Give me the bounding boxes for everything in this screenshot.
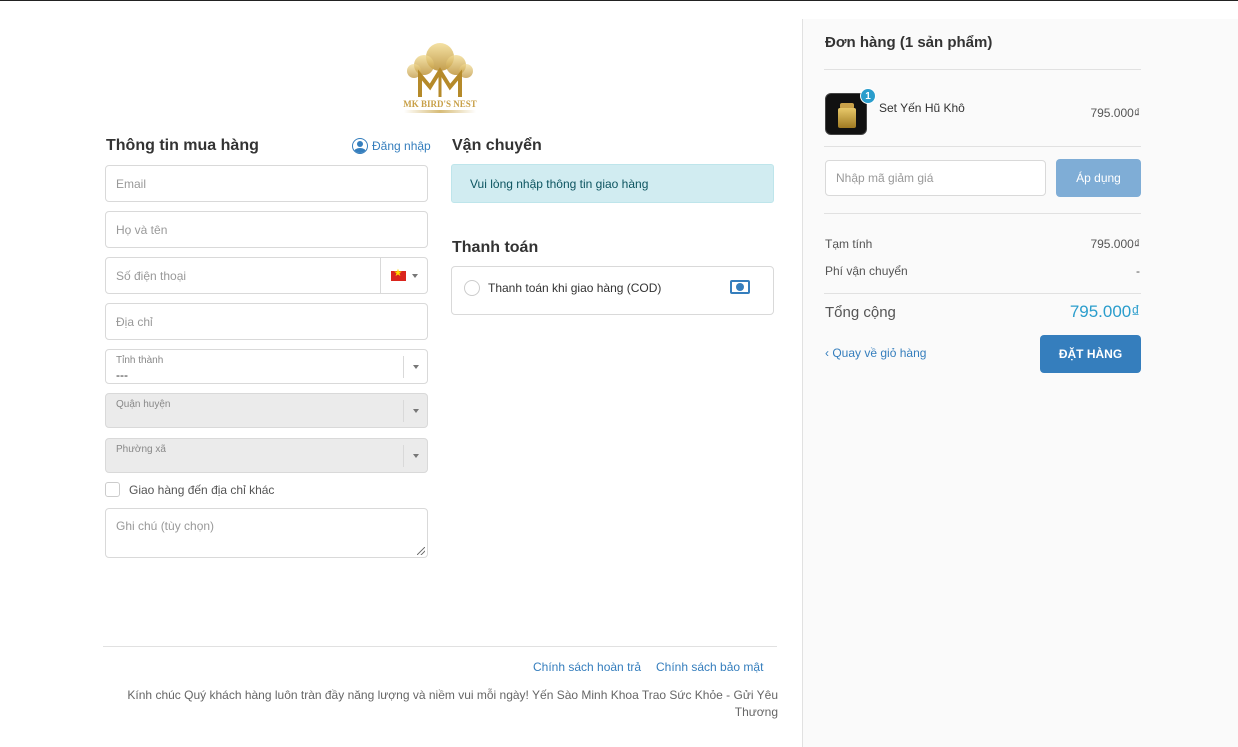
total-value: 795.000₫: [1069, 302, 1140, 321]
note-textarea[interactable]: Ghi chú (tùy chọn): [105, 508, 428, 558]
cod-label: Thanh toán khi giao hàng (COD): [488, 281, 662, 295]
other-address-label: Giao hàng đến địa chỉ khác: [129, 482, 275, 497]
province-value: ---: [116, 368, 128, 382]
district-select[interactable]: Quận huyện: [105, 393, 428, 428]
tree-logo-icon: [407, 43, 473, 97]
discount-input[interactable]: [836, 171, 1035, 185]
province-dropdown-arrow[interactable]: [403, 356, 427, 378]
chevron-down-icon: [412, 365, 419, 369]
province-label: Tỉnh thành: [116, 355, 164, 366]
checkout-main: MK BIRD'S NEST Thông tin mua hàng Đăng n…: [0, 1, 802, 747]
cod-radio[interactable]: [464, 280, 480, 296]
cash-icon: [730, 280, 750, 294]
logo-text: MK BIRD'S NEST: [403, 99, 477, 109]
refund-policy-link[interactable]: Chính sách hoàn trả: [533, 660, 641, 674]
subtotal-value: 795.000₫: [1090, 237, 1140, 251]
login-link[interactable]: Đăng nhập: [352, 138, 431, 154]
order-title: Đơn hàng (1 sản phẩm): [825, 34, 993, 51]
login-label: Đăng nhập: [372, 139, 431, 153]
resize-handle[interactable]: [417, 547, 425, 555]
name-field[interactable]: [105, 211, 428, 248]
subtotal-label: Tạm tính: [825, 237, 873, 251]
ward-label: Phường xã: [116, 444, 166, 455]
discount-field[interactable]: [825, 160, 1046, 196]
chevron-left-icon: ‹: [825, 346, 829, 360]
chevron-down-icon: [411, 273, 418, 278]
divider: [824, 213, 1141, 214]
user-circle-icon: [352, 138, 368, 154]
product-price: 795.000₫: [1090, 106, 1140, 120]
apply-discount-button[interactable]: Áp dụng: [1056, 159, 1141, 197]
total-label: Tổng cộng: [825, 304, 896, 321]
store-logo[interactable]: MK BIRD'S NEST: [398, 41, 482, 117]
logo-underline: [404, 110, 476, 113]
note-placeholder: Ghi chú (tùy chọn): [116, 519, 215, 533]
shipping-info-alert: Vui lòng nhập thông tin giao hàng: [451, 164, 774, 203]
address-field[interactable]: [105, 303, 428, 340]
phone-field[interactable]: [105, 257, 428, 294]
ward-select[interactable]: Phường xã: [105, 438, 428, 473]
other-address-checkbox[interactable]: [105, 482, 120, 497]
address-input[interactable]: [116, 314, 417, 329]
vietnam-flag-icon: [390, 268, 406, 281]
shipping-fee-value: -: [1136, 264, 1140, 278]
phone-input[interactable]: [116, 268, 417, 283]
footer-divider: [103, 646, 777, 647]
shipping-message: Vui lòng nhập thông tin giao hàng: [470, 176, 649, 191]
province-select[interactable]: Tỉnh thành ---: [105, 349, 428, 384]
divider: [824, 69, 1141, 70]
payment-option-cod[interactable]: Thanh toán khi giao hàng (COD): [451, 266, 774, 315]
place-order-button[interactable]: ĐẶT HÀNG: [1040, 335, 1141, 373]
other-address-option[interactable]: Giao hàng đến địa chỉ khác: [105, 482, 274, 497]
shipping-title: Vận chuyển: [452, 137, 542, 154]
quantity-badge: 1: [860, 88, 876, 104]
back-label: Quay về giỏ hàng: [832, 346, 927, 360]
divider: [824, 293, 1141, 294]
order-summary-sidebar: Đơn hàng (1 sản phẩm) 1 Set Yến Hũ Khô 7…: [802, 19, 1238, 747]
ward-dropdown-arrow[interactable]: [403, 445, 427, 467]
name-input[interactable]: [116, 222, 417, 237]
country-code-select[interactable]: [380, 258, 427, 293]
back-to-cart-link[interactable]: ‹ Quay về giỏ hàng: [825, 346, 926, 360]
district-dropdown-arrow[interactable]: [403, 400, 427, 422]
divider: [824, 146, 1141, 147]
buyer-info-title: Thông tin mua hàng: [106, 137, 259, 154]
jar-icon: [838, 108, 856, 128]
privacy-policy-link[interactable]: Chính sách bảo mật: [656, 660, 763, 674]
district-label: Quận huyện: [116, 399, 171, 410]
email-input[interactable]: [116, 176, 417, 191]
payment-title: Thanh toán: [452, 239, 539, 256]
shipping-fee-label: Phí vận chuyển: [825, 264, 908, 278]
product-name: Set Yến Hũ Khô: [879, 101, 965, 115]
email-field[interactable]: [105, 165, 428, 202]
chevron-down-icon: [412, 454, 419, 458]
footer-note: Kính chúc Quý khách hàng luôn tràn đầy n…: [127, 688, 778, 719]
chevron-down-icon: [412, 409, 419, 413]
